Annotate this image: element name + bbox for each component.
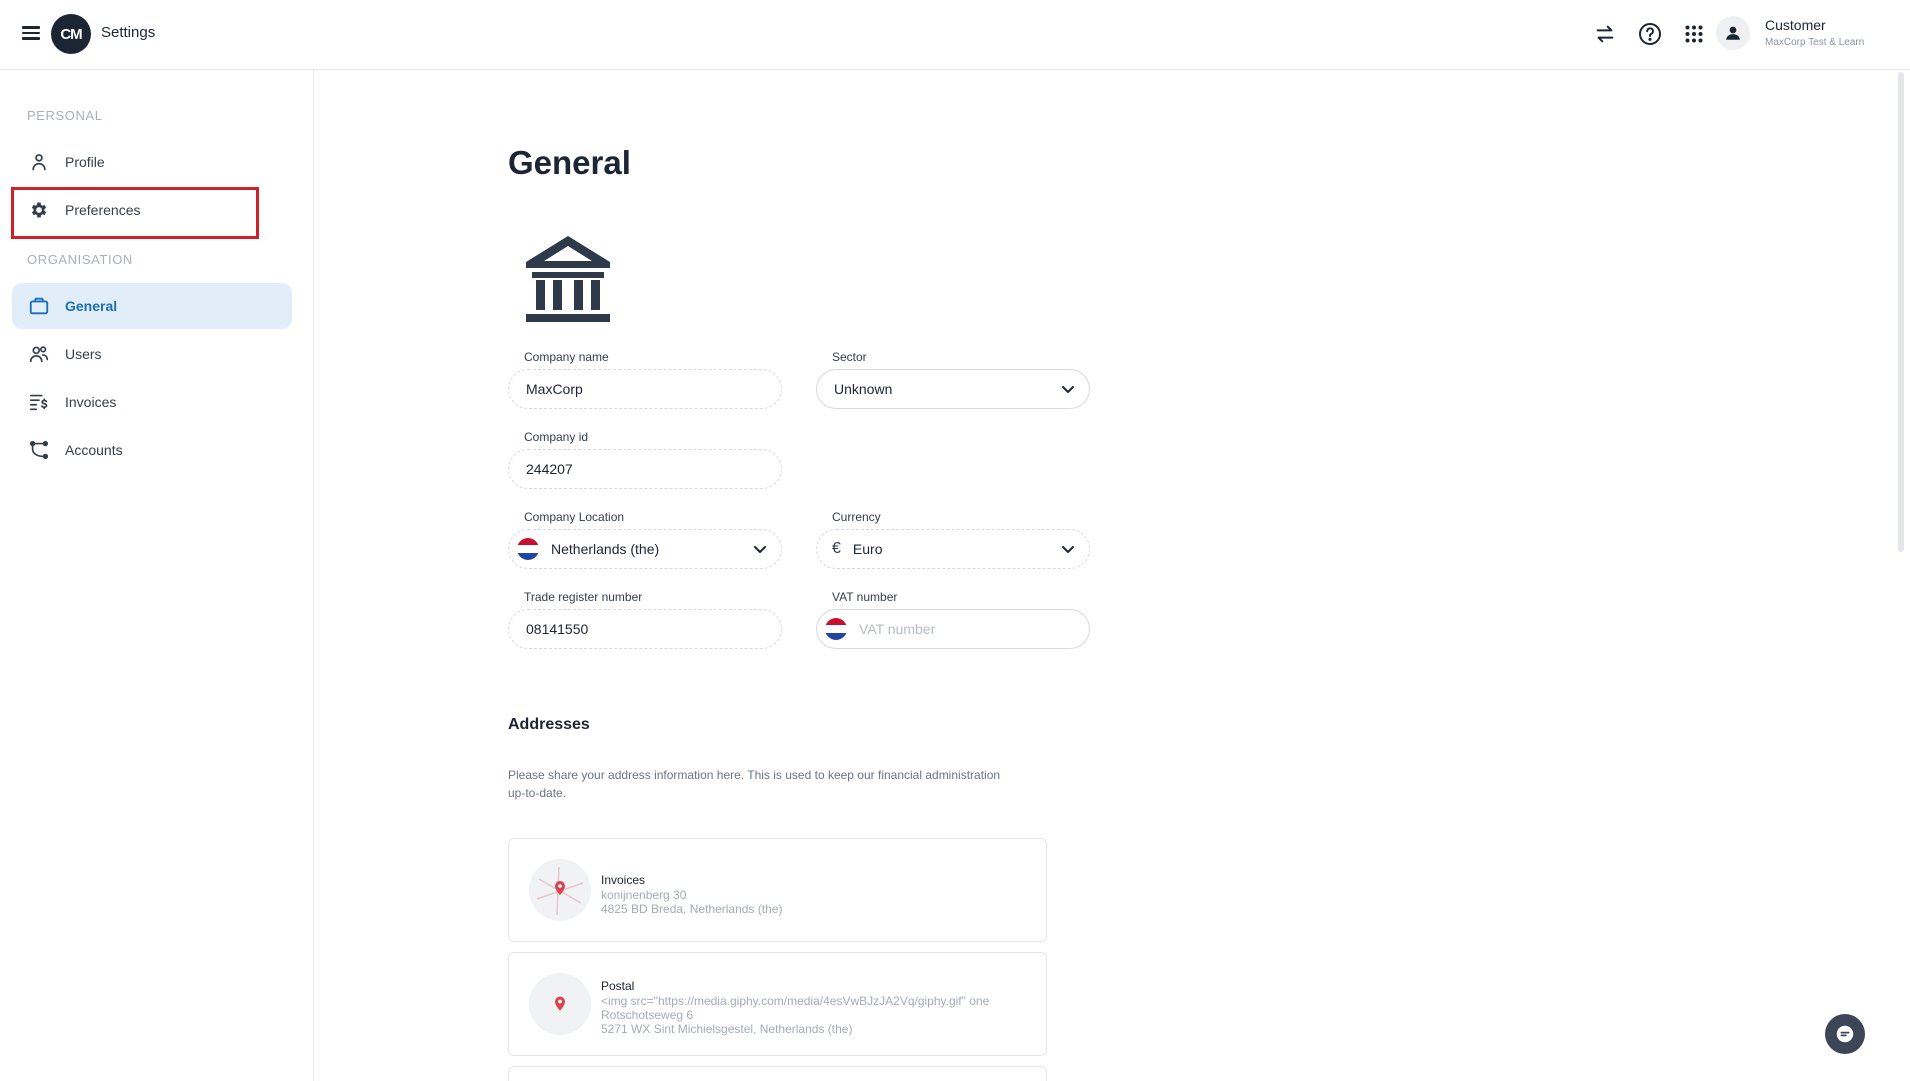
sidebar-item-preferences[interactable]: Preferences: [12, 187, 292, 233]
sidebar-item-users[interactable]: Users: [12, 331, 292, 377]
company-id-value: 244207: [526, 461, 573, 477]
app-title: Settings: [101, 24, 156, 41]
company-location-select[interactable]: Netherlands (the): [508, 529, 782, 569]
address-title: Postal: [601, 979, 635, 993]
company-name-input[interactable]: MaxCorp: [508, 369, 782, 409]
sidebar-item-label: General: [65, 298, 118, 314]
briefcase-icon: [27, 294, 51, 318]
address-card-invoices[interactable]: Invoices konijnenberg 30 4825 BD Breda, …: [508, 838, 1047, 942]
user-avatar-icon[interactable]: [1716, 16, 1750, 50]
vat-number-input[interactable]: VAT number: [816, 609, 1090, 649]
page-title: General: [508, 144, 631, 181]
sidebar-item-label: Profile: [65, 154, 105, 170]
top-header: CM Settings Customer MaxCorp Test & Lear…: [0, 0, 1910, 70]
company-id-label: Company id: [524, 430, 589, 444]
address-card-postal[interactable]: Postal <img src="https://media.giphy.com…: [508, 952, 1047, 1056]
sector-value: Unknown: [834, 381, 893, 397]
chevron-down-icon: [754, 546, 766, 553]
location-pin-icon: [529, 973, 591, 1035]
sector-label: Sector: [832, 350, 867, 364]
sidebar-item-profile[interactable]: Profile: [12, 139, 292, 185]
address-line: Rotschotseweg 6: [601, 1008, 694, 1022]
addresses-description: Please share your address information he…: [508, 768, 1001, 800]
netherlands-flag-icon: [825, 618, 847, 640]
netherlands-flag-icon: [517, 538, 539, 560]
sidebar-item-label: Accounts: [65, 442, 123, 458]
sidebar-item-accounts[interactable]: Accounts: [12, 427, 292, 473]
chevron-down-icon: [1062, 546, 1074, 553]
page-scrollbar[interactable]: [1898, 72, 1904, 552]
accounts-icon: [27, 438, 51, 462]
address-line: 5271 WX Sint Michielsgestel, Netherlands…: [601, 1022, 853, 1036]
person-icon: [27, 150, 51, 174]
chat-icon[interactable]: [1825, 1014, 1865, 1054]
company-id-input[interactable]: 244207: [508, 449, 782, 489]
cm-logo[interactable]: CM: [51, 14, 91, 54]
currency-select[interactable]: € Euro: [816, 529, 1090, 569]
users-icon: [27, 342, 51, 366]
address-line: 4825 BD Breda, Netherlands (the): [601, 902, 783, 916]
section-label-organisation: ORGANISATION: [27, 252, 133, 267]
section-label-personal: PERSONAL: [27, 108, 103, 123]
address-card-partial[interactable]: [508, 1066, 1047, 1081]
addresses-title: Addresses: [508, 716, 590, 733]
sector-select[interactable]: Unknown: [816, 369, 1090, 409]
help-icon[interactable]: [1636, 20, 1664, 48]
company-name-value: MaxCorp: [526, 381, 583, 397]
sidebar-item-general[interactable]: General: [12, 283, 292, 329]
currency-label: Currency: [832, 510, 881, 524]
euro-icon: €: [832, 540, 841, 557]
address-title: Invoices: [601, 873, 646, 887]
address-line: konijnenberg 30: [601, 888, 687, 902]
company-location-label: Company Location: [524, 510, 625, 524]
swap-icon[interactable]: [1591, 20, 1619, 48]
chevron-down-icon: [1062, 386, 1074, 393]
sidebar-item-label: Invoices: [65, 394, 117, 410]
map-thumbnail: [529, 859, 591, 921]
vat-number-label: VAT number: [832, 590, 898, 604]
menu-icon[interactable]: [22, 23, 40, 41]
user-organisation: MaxCorp Test & Learn: [1765, 37, 1865, 48]
sidebar-item-label: Users: [65, 346, 102, 362]
bank-icon: [522, 234, 614, 326]
sidebar-item-label: Preferences: [65, 202, 141, 218]
sidebar: PERSONAL Profile Preferences ORGANISATIO…: [0, 70, 314, 1081]
trade-register-value: 08141550: [526, 621, 589, 637]
sidebar-item-invoices[interactable]: Invoices: [12, 379, 292, 425]
company-location-value: Netherlands (the): [551, 541, 660, 557]
trade-register-label: Trade register number: [524, 590, 643, 604]
company-name-label: Company name: [524, 350, 609, 364]
currency-value: Euro: [852, 541, 883, 557]
gear-icon: [27, 198, 51, 222]
address-line: <img src="https://media.giphy.com/media/…: [601, 994, 990, 1008]
apps-grid-icon[interactable]: [1680, 20, 1708, 48]
invoice-icon: [27, 390, 51, 414]
vat-number-placeholder: VAT number: [859, 621, 936, 637]
trade-register-input[interactable]: 08141550: [508, 609, 782, 649]
user-name[interactable]: Customer: [1765, 17, 1826, 33]
